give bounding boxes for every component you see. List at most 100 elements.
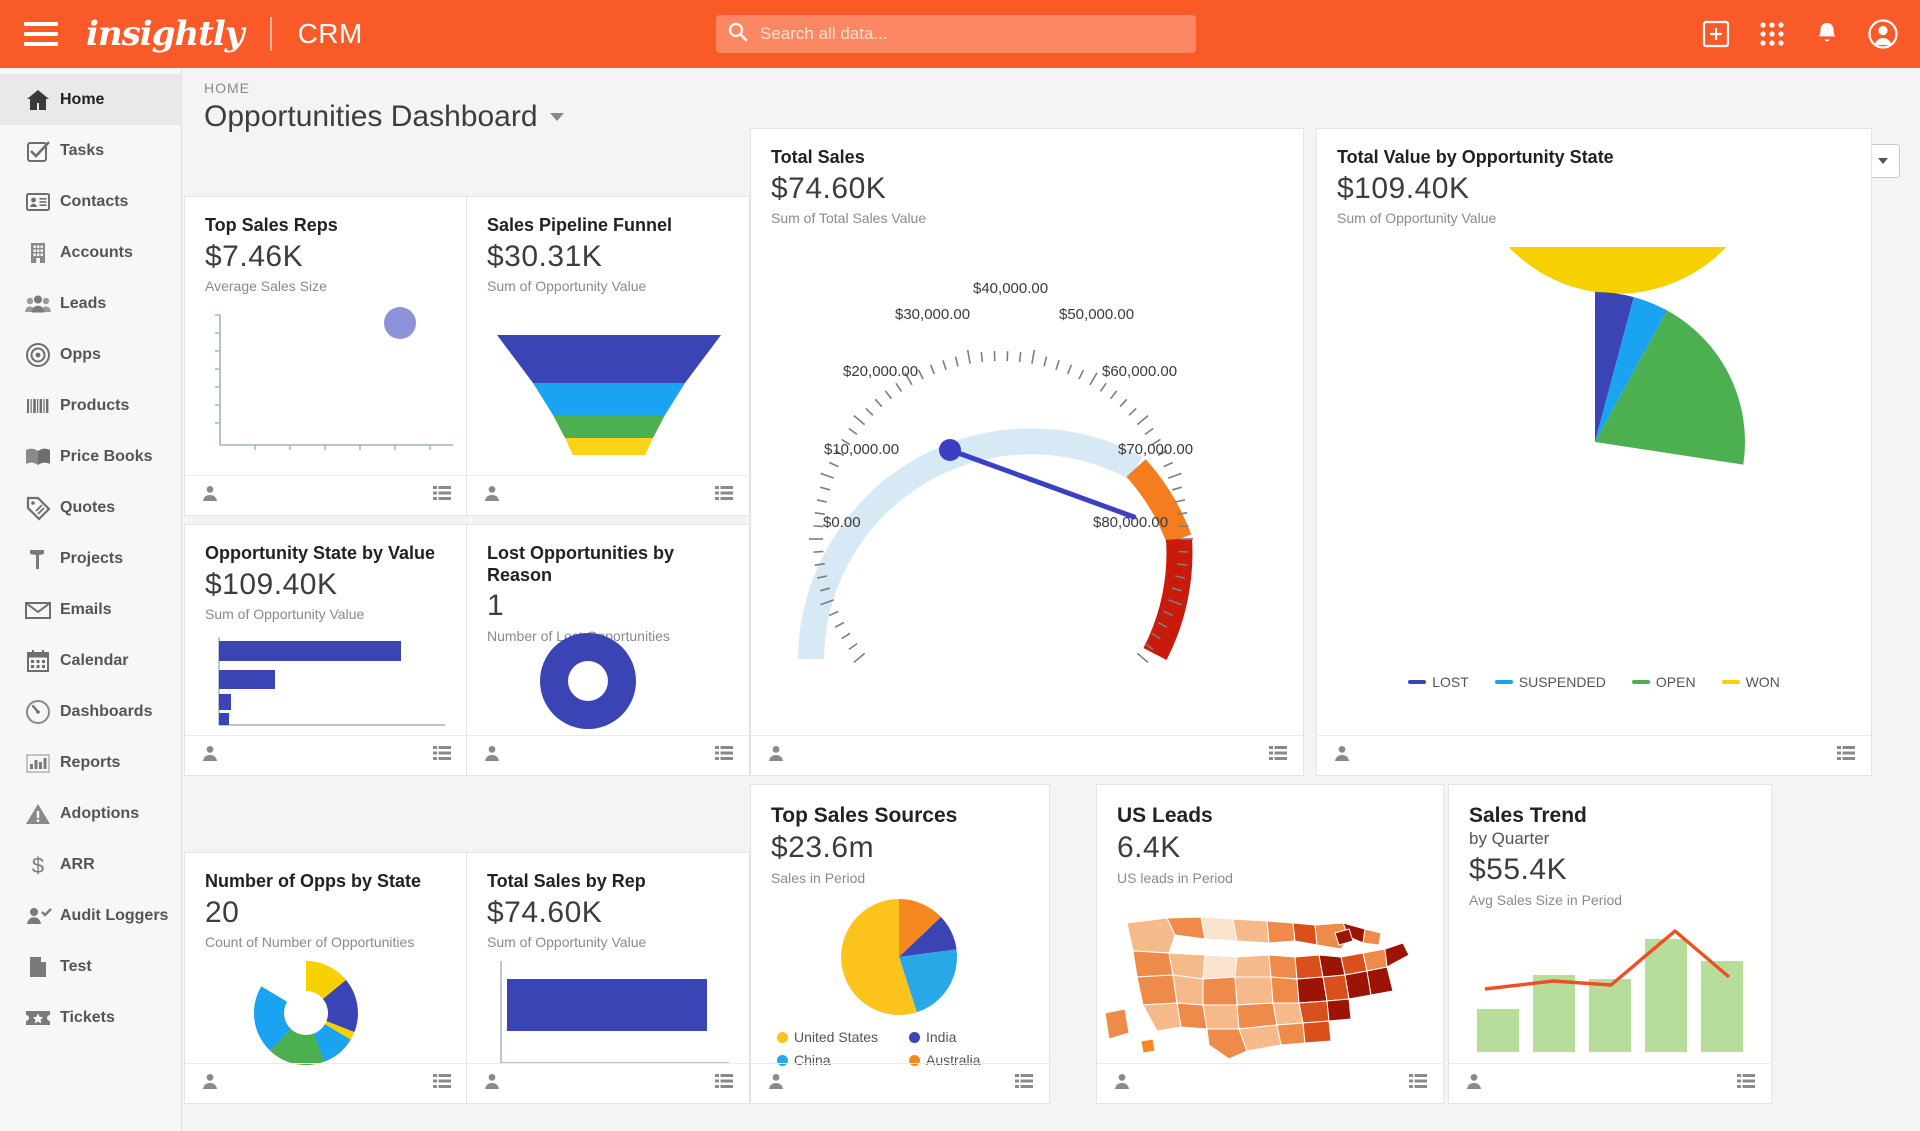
svg-text:$40,000.00: $40,000.00 [973,280,1048,297]
donut-chart-opps-by-state[interactable] [185,957,467,1072]
sidebar-item-tasks[interactable]: Tasks [0,125,181,176]
card-footer [751,1063,1049,1103]
card-owner-icon[interactable] [201,1072,219,1095]
legend-item-india[interactable]: India [909,1029,1029,1045]
card-us-leads[interactable]: US Leads 6.4K US leads in Period [1096,784,1444,1104]
sidebar-item-home[interactable]: Home [0,74,181,125]
card-owner-icon[interactable] [1113,1072,1131,1095]
card-caption: Avg Sales Size in Period [1469,891,1623,908]
gauge-chart-total-sales[interactable]: $0.00 $10,000.00 $20,000.00 $30,000.00 $… [751,239,1303,739]
sidebar-item-audit-loggers[interactable]: Audit Loggers [0,890,181,941]
card-owner-icon[interactable] [201,744,219,767]
card-list-view-icon[interactable] [1837,744,1855,767]
sidebar-item-emails[interactable]: Emails [0,584,181,635]
sidebar-item-quotes[interactable]: Quotes [0,482,181,533]
sidebar-label: Price Books [60,447,153,465]
hamburger-menu-icon[interactable] [24,22,58,46]
card-caption: Sales in Period [771,869,866,886]
card-value: 20 [205,895,240,929]
card-owner-icon[interactable] [483,744,501,767]
sidebar-item-test[interactable]: Test [0,941,181,992]
card-total-sales-by-rep[interactable]: Total Sales by Rep $74.60K Sum of Opport… [466,852,750,1104]
card-owner-icon[interactable] [201,484,219,507]
notifications-bell-icon[interactable] [1814,20,1840,48]
sidebar-item-dashboards[interactable]: Dashboards [0,686,181,737]
sidebar-item-opps[interactable]: Opps [0,329,181,380]
card-title: Total Sales [771,147,865,167]
card-footer [467,1063,749,1103]
card-number-of-opps-by-state[interactable]: Number of Opps by State 20 Count of Numb… [184,852,468,1104]
sidebar-item-contacts[interactable]: Contacts [0,176,181,227]
accounts-building-icon [16,240,60,266]
card-list-view-icon[interactable] [433,484,451,507]
sidebar-item-tickets[interactable]: Tickets [0,992,181,1043]
legend-item-suspended[interactable]: SUSPENDED [1494,674,1606,690]
sidebar-item-calendar[interactable]: Calendar [0,635,181,686]
sidebar-item-adoptions[interactable]: Adoptions [0,788,181,839]
card-sales-pipeline-funnel[interactable]: Sales Pipeline Funnel $30.31K Sum of Opp… [466,196,750,516]
price-books-book-icon [16,444,60,470]
global-search-bar[interactable] [716,15,1196,53]
insightly-logo[interactable]: insightly [86,14,245,54]
legend-item-united-states[interactable]: United States [777,1029,909,1045]
card-list-view-icon[interactable] [1409,1072,1427,1095]
card-owner-icon[interactable] [767,744,785,767]
sidebar-item-leads[interactable]: Leads [0,278,181,329]
card-list-view-icon[interactable] [1737,1072,1755,1095]
sidebar-item-accounts[interactable]: Accounts [0,227,181,278]
card-caption: Sum of Opportunity Value [487,278,647,295]
card-list-view-icon[interactable] [715,484,733,507]
legend-swatch [1494,680,1513,684]
product-name-label: CRM [297,18,363,49]
apps-grid-icon[interactable] [1758,20,1786,48]
card-opportunity-state-by-value[interactable]: Opportunity State by Value $109.40K Sum … [184,524,468,776]
card-owner-icon[interactable] [767,1072,785,1095]
card-owner-icon[interactable] [483,484,501,507]
funnel-chart-sales-pipeline[interactable] [467,305,749,465]
card-list-view-icon[interactable] [433,744,451,767]
sidebar-item-price-books[interactable]: Price Books [0,431,181,482]
legend-item-lost[interactable]: LOST [1408,674,1469,690]
legend-label: SUSPENDED [1518,674,1606,690]
combo-chart-sales-trend[interactable] [1449,917,1771,1072]
add-icon[interactable] [1702,20,1730,48]
breadcrumb[interactable]: HOME [202,80,1900,96]
bar-chart-total-sales-by-rep[interactable] [467,957,749,1072]
pie-chart-opportunity-state[interactable] [1317,0,1871,687]
card-owner-icon[interactable] [1333,744,1351,767]
chevron-down-icon [1877,158,1888,164]
card-total-sales[interactable]: Total Sales $74.60K Sum of Total Sales V… [750,128,1304,776]
card-top-sales-reps[interactable]: Top Sales Reps $7.46K Average Sales Size [184,196,468,516]
card-top-sales-sources[interactable]: Top Sales Sources $23.6m Sales in Period… [750,784,1050,1104]
sidebar-item-reports[interactable]: Reports [0,737,181,788]
search-input[interactable] [760,24,1196,44]
donut-chart-lost-opportunities[interactable] [467,629,749,739]
sidebar-label: Test [60,957,92,975]
quotes-tag-icon [16,495,60,521]
bar-chart-opportunity-state-by-value[interactable] [185,633,467,733]
scatter-chart-top-sales-reps[interactable] [185,305,467,465]
sidebar-label: Projects [60,549,124,567]
user-account-icon[interactable] [1868,19,1898,49]
pie-chart-top-sales-sources[interactable] [751,897,1049,1027]
card-list-view-icon[interactable] [1015,1072,1033,1095]
sidebar-item-products[interactable]: Products [0,380,181,431]
card-owner-icon[interactable] [1465,1072,1483,1095]
adoptions-warning-icon [16,801,60,827]
card-sales-trend[interactable]: Sales Trend by Quarter $55.4K Avg Sales … [1448,784,1772,1104]
card-total-value-by-opportunity-state[interactable]: Total Value by Opportunity State $109.40… [1316,0,1872,776]
card-owner-icon[interactable] [483,1072,501,1095]
card-list-view-icon[interactable] [715,1072,733,1095]
sidebar-item-arr[interactable]: $ ARR [0,839,181,890]
legend-item-won[interactable]: WON [1721,674,1780,690]
card-list-view-icon[interactable] [715,744,733,767]
card-lost-opportunities-by-reason[interactable]: Lost Opportunities by Reason 1 Number of… [466,524,750,776]
card-list-view-icon[interactable] [433,1072,451,1095]
pie-legend-opportunity-state: LOST SUSPENDED OPEN WON [1317,674,1871,690]
sidebar-label: Tickets [60,1008,115,1026]
dashboard-chevron-down-icon[interactable] [549,113,564,121]
card-list-view-icon[interactable] [1269,744,1287,767]
sidebar-item-projects[interactable]: Projects [0,533,181,584]
legend-item-open[interactable]: OPEN [1631,674,1696,690]
choropleth-map-us-leads[interactable] [1097,893,1443,1068]
